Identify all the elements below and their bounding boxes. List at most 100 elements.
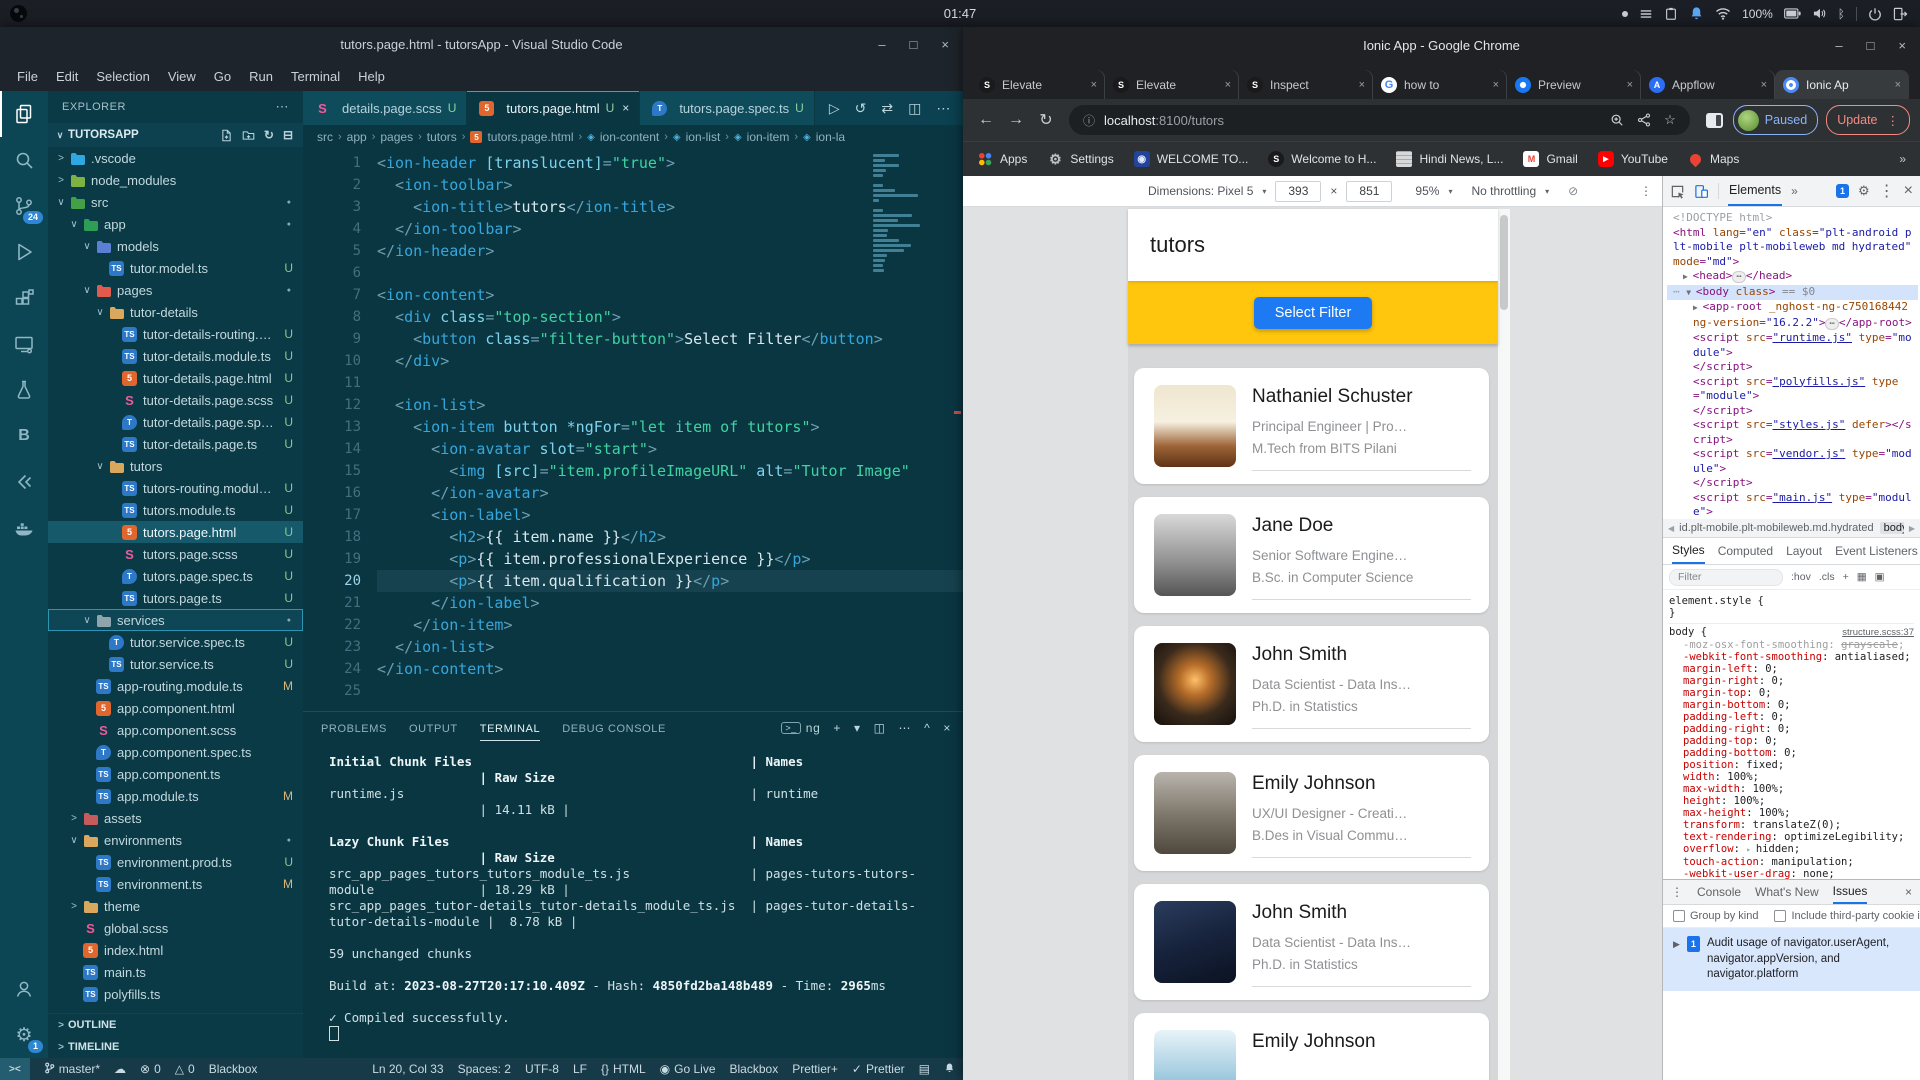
accounts-icon[interactable] (0, 966, 48, 1012)
close-panel-icon[interactable]: × (943, 721, 951, 735)
code-line-22[interactable]: </ion-item> (377, 614, 963, 636)
css-property[interactable]: text-rendering: optimizeLegibility; (1669, 831, 1914, 843)
throttling-dropdown-icon[interactable]: ▾ (1545, 187, 1549, 196)
collapse-folders-icon[interactable]: ⊟ (283, 128, 293, 142)
minimize-button[interactable]: – (1835, 38, 1842, 53)
tab-close-icon[interactable]: × (1761, 79, 1767, 91)
code-line-24[interactable]: </ion-content> (377, 658, 963, 680)
explorer-icon[interactable] (0, 91, 48, 137)
tree-item-tutor-details-routing.module.ts[interactable]: TS tutor-details-routing.module.ts U (48, 323, 303, 345)
tree-item-polyfills.ts[interactable]: TS polyfills.ts (48, 983, 303, 1005)
tree-item-theme[interactable]: > theme (48, 895, 303, 917)
menu-selection[interactable]: Selection (87, 66, 158, 87)
status-spaces-2[interactable]: Spaces: 2 (458, 1062, 511, 1076)
rule-source-link[interactable]: structure.scss:37 (1842, 627, 1914, 639)
code-line-21[interactable]: </ion-label> (377, 592, 963, 614)
code-line-25[interactable] (377, 680, 963, 702)
dom-node[interactable]: <script src="polyfills.js" type="module"… (1667, 375, 1918, 404)
device-dropdown-icon[interactable]: ▾ (1262, 187, 1266, 196)
breadcrumb-item[interactable]: ion-item (747, 130, 790, 144)
drawer-menu-icon[interactable]: ⋮ (1671, 885, 1683, 899)
tree-item-tutor-details.page.spec.ts[interactable]: Ttutor-details.page.spec.ts U (48, 411, 303, 433)
status-branch[interactable]: master* (44, 1062, 100, 1077)
styles-tab-computed[interactable]: Computed (1718, 544, 1773, 558)
status-bell[interactable] (944, 1062, 955, 1077)
css-property[interactable]: margin-right: 0; (1669, 675, 1914, 687)
source-control-icon[interactable]: 24 (0, 183, 48, 229)
device-width-input[interactable]: 393 (1275, 180, 1322, 202)
tree-item-tutors.page.spec.ts[interactable]: Ttutors.page.spec.ts U (48, 565, 303, 587)
status-prettier[interactable]: ✓ Prettier (852, 1062, 905, 1076)
status-blackbox[interactable]: Blackbox (209, 1062, 258, 1076)
bookmarks-overflow-icon[interactable]: » (1899, 152, 1906, 166)
tutor-card[interactable]: Nathaniel Schuster Principal Engineer | P… (1134, 368, 1489, 484)
dom-node[interactable]: <script src="styles.js" defer></script> (1667, 418, 1918, 447)
bookmark-maps[interactable]: Maps (1687, 151, 1739, 167)
tree-item-services[interactable]: ∨ services ● (48, 609, 303, 631)
status-error[interactable]: ⊗ 0 (140, 1062, 161, 1076)
css-property[interactable]: margin-bottom: 0; (1669, 699, 1914, 711)
elements-tree[interactable]: <!DOCTYPE html> <html lang="en" class="pl… (1663, 207, 1920, 519)
device-toolbar-more-icon[interactable]: ⋮ (1640, 184, 1652, 198)
code-line-16[interactable]: </ion-avatar> (377, 482, 963, 504)
dom-node[interactable]: ▶ <app-root _nghost-ng-c750168442 ng-ver… (1667, 300, 1918, 331)
css-property[interactable]: padding-top: 0; (1669, 735, 1914, 747)
code-line-17[interactable]: <ion-label> (377, 504, 963, 526)
tree-item-app.component.ts[interactable]: TS app.component.ts (48, 763, 303, 785)
breadcrumb-item[interactable]: app (347, 130, 367, 144)
status-remote[interactable]: >< (0, 1058, 30, 1080)
tree-item-tutor-details.page.scss[interactable]: Stutor-details.page.scss U (48, 389, 303, 411)
panel-tab-output[interactable]: OUTPUT (409, 716, 458, 741)
tutor-card[interactable]: John Smith Data Scientist - Data Ins… Ph.D… (1134, 626, 1489, 742)
breadcrumb-item[interactable]: ion-la (816, 130, 845, 144)
block-icon[interactable]: ⊘ (1568, 184, 1578, 198)
run-debug-icon[interactable] (0, 229, 48, 275)
new-rule-icon[interactable]: + (1843, 571, 1849, 583)
blackbox-icon[interactable]: B (0, 413, 48, 459)
browser-tab-elevate[interactable]: S Elevate × (971, 70, 1105, 99)
drawer-tab-console[interactable]: Console (1697, 885, 1741, 899)
system-tray[interactable]: 100% ᛒ (1622, 6, 1908, 21)
tree-item-global.scss[interactable]: Sglobal.scss (48, 917, 303, 939)
device-height-input[interactable]: 851 (1346, 180, 1393, 202)
tree-item-tutors-routing.module.ts[interactable]: TS tutors-routing.module.ts U (48, 477, 303, 499)
breadcrumb-item[interactable]: tutors.page.html (487, 130, 573, 144)
tutor-card[interactable]: Jane Doe Senior Software Engine… B.Sc. in … (1134, 497, 1489, 613)
css-property[interactable]: -webkit-user-drag: none; (1669, 868, 1914, 879)
reload-icon[interactable]: ↻ (1033, 110, 1059, 130)
breadcrumb[interactable]: src › app › pages › tutors › 5 tutors.page.html › ◈… (303, 125, 963, 149)
status-doc[interactable]: ▤ (919, 1062, 930, 1076)
bookmark-welcome-to-[interactable]: ◉ WELCOME TO... (1133, 151, 1248, 167)
new-terminal-icon[interactable]: + (833, 721, 841, 735)
dom-node[interactable]: </script> (1667, 360, 1918, 375)
code-line-10[interactable]: </div> (377, 350, 963, 372)
tree-item-src[interactable]: ∨ src ● (48, 191, 303, 213)
project-section-header[interactable]: ∨ TUTORSAPP ↻ ⊟ (48, 123, 303, 147)
tree-item-app.component.spec.ts[interactable]: Tapp.component.spec.ts (48, 741, 303, 763)
tree-item-tutor-details.page.ts[interactable]: TS tutor-details.page.ts U (48, 433, 303, 455)
settings-gear-icon[interactable]: ⚙ 1 (0, 1012, 48, 1058)
css-property[interactable]: transform: translateZ(0); (1669, 819, 1914, 831)
tree-item-tutors[interactable]: ∨ tutors (48, 455, 303, 477)
status-blackbox[interactable]: Blackbox (730, 1062, 779, 1076)
refresh-icon[interactable]: ↻ (264, 128, 274, 142)
menu-go[interactable]: Go (205, 66, 240, 87)
styles-tab-layout[interactable]: Layout (1786, 544, 1822, 558)
css-property[interactable]: -moz-osx-font-smoothing: grayscale; (1669, 639, 1914, 651)
breadcrumb-item[interactable]: pages (380, 130, 413, 144)
browser-tab-preview[interactable]: Preview × (1507, 70, 1641, 99)
history-icon[interactable]: ↺ (855, 100, 867, 117)
editor-tab-tutors.page.spec.ts[interactable]: Ttutors.page.spec.ts U (640, 91, 815, 125)
tree-item-tutor.model.ts[interactable]: TS tutor.model.ts U (48, 257, 303, 279)
tutor-card[interactable]: Emily Johnson UX/UI Designer - Creati… B.D… (1134, 755, 1489, 871)
close-button[interactable]: × (1898, 38, 1906, 53)
hov-toggle[interactable]: :hov (1791, 571, 1811, 583)
styles-filter-input[interactable]: Filter (1669, 568, 1783, 586)
tree-item-tutor.service.ts[interactable]: TS tutor.service.ts U (48, 653, 303, 675)
code-line-20[interactable]: <p>{{ item.qualification }}</p> (377, 570, 963, 592)
maximize-button[interactable]: □ (1867, 38, 1875, 53)
tree-item-tutor-details[interactable]: ∨ tutor-details (48, 301, 303, 323)
tree-item-main.ts[interactable]: TS main.ts (48, 961, 303, 983)
crumb-fwd-icon[interactable]: ▶ (1909, 524, 1915, 533)
device-toolbar-icon[interactable] (1694, 184, 1709, 199)
